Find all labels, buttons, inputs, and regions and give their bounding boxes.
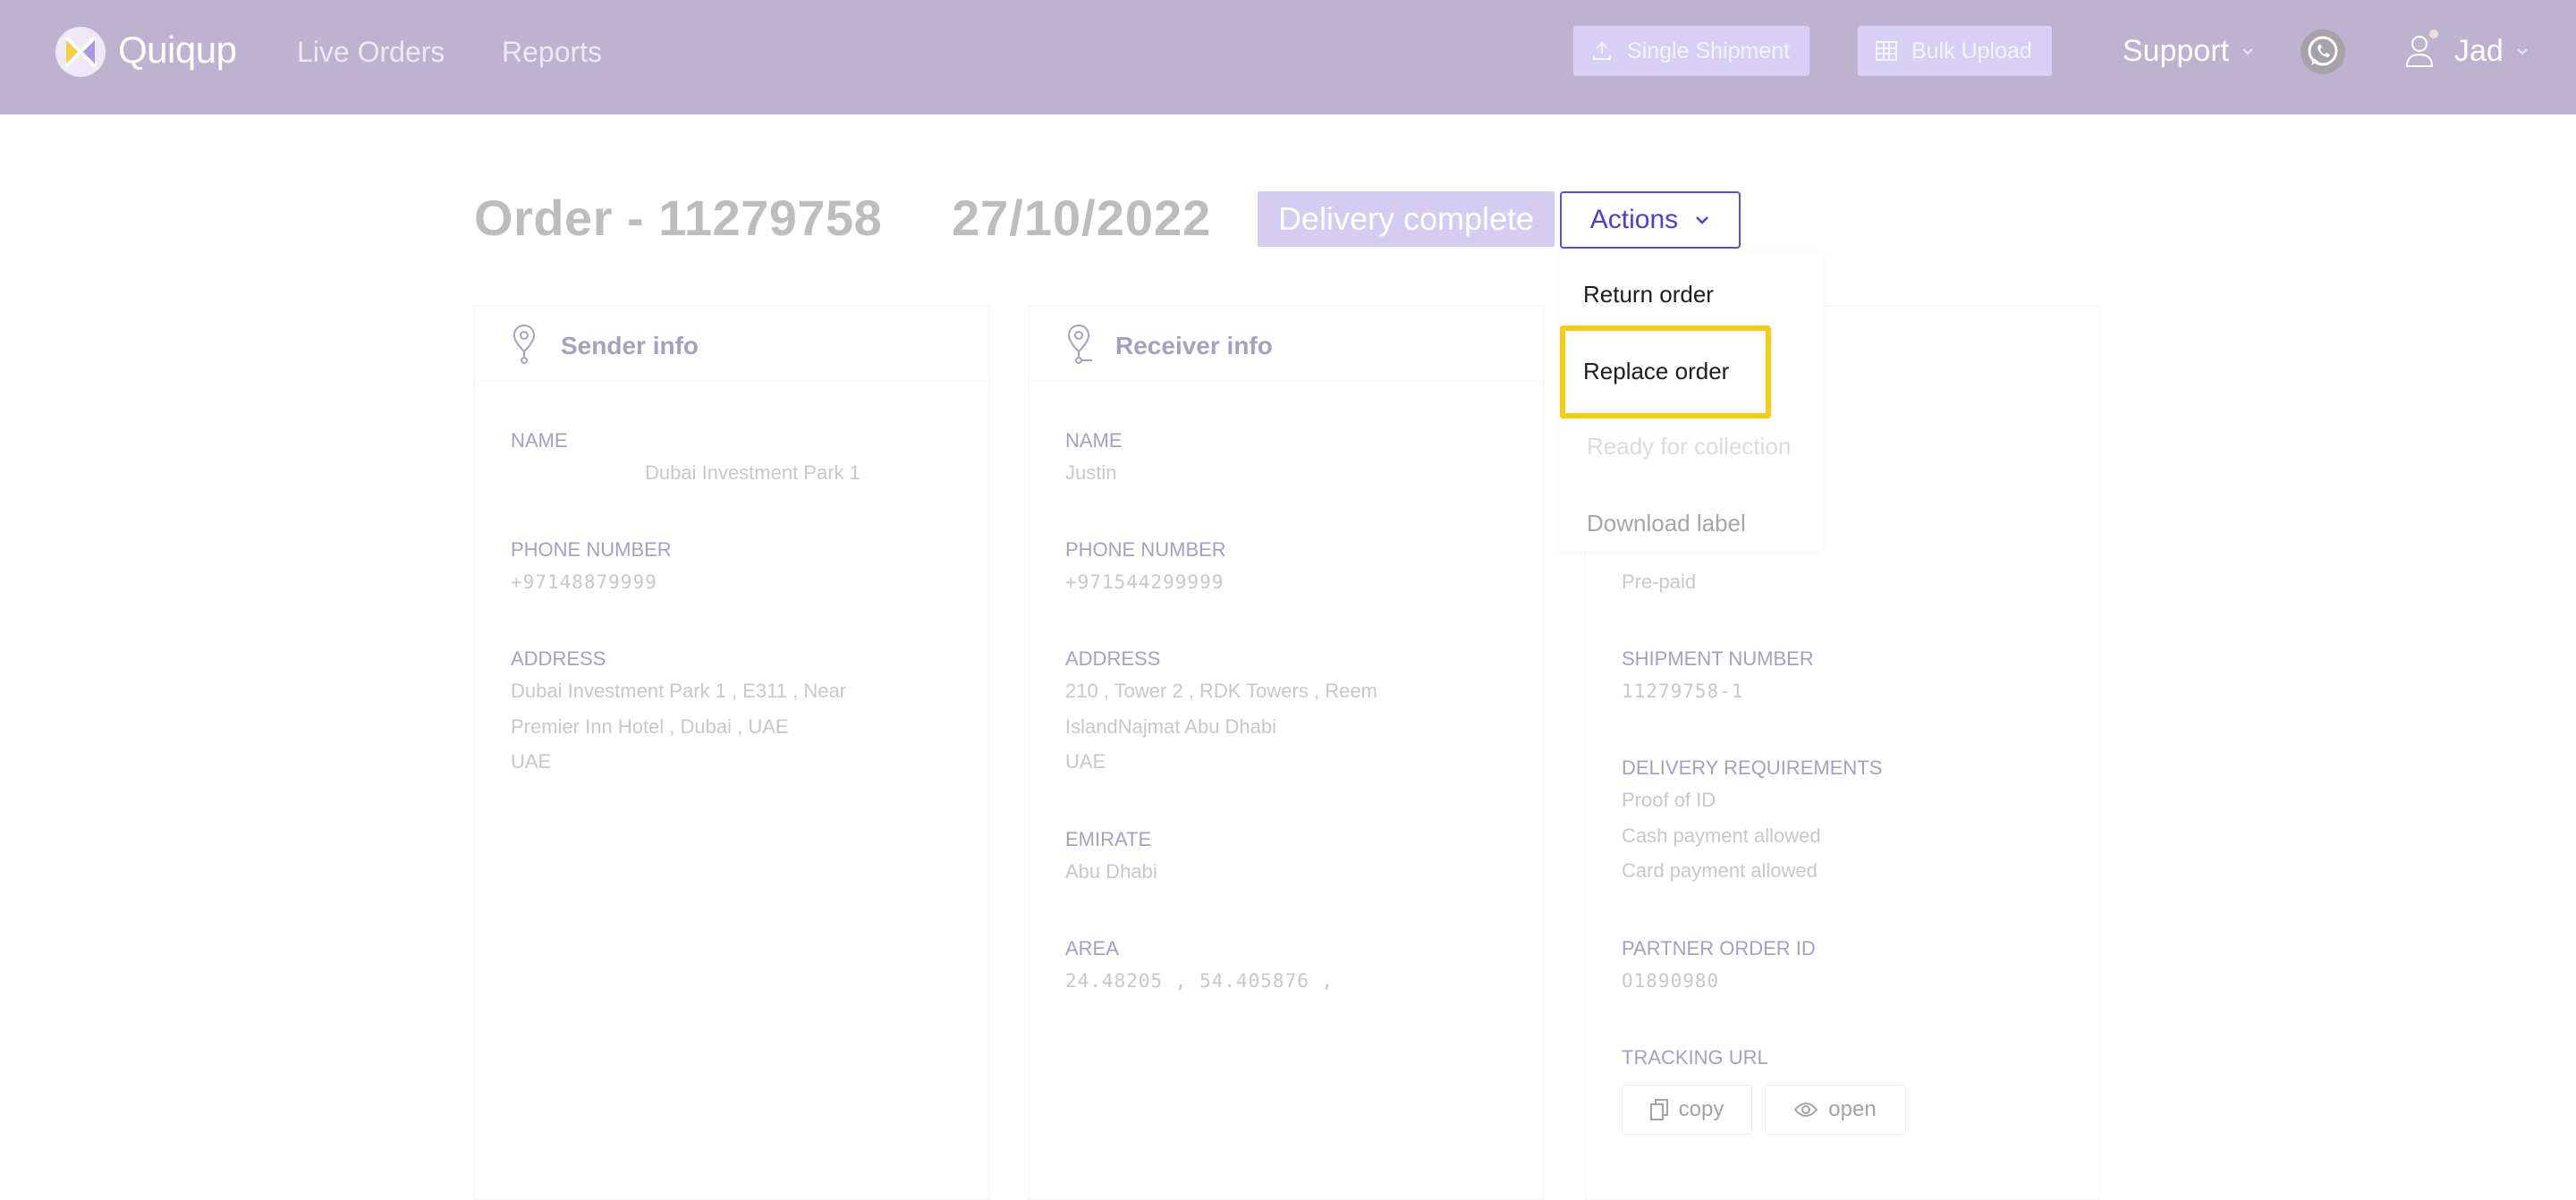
area-value: 24.48205 , 54.405876 , [1065, 970, 1335, 992]
delivery-requirements-label: DELIVERY REQUIREMENTS [1622, 756, 1883, 779]
single-shipment-button[interactable]: Single Shipment [1573, 26, 1809, 76]
grid-icon [1876, 41, 1897, 61]
card-title: Sender info [561, 332, 699, 359]
menu-return-order[interactable]: Return order [1583, 281, 1714, 308]
partner-order-label: PARTNER ORDER ID [1622, 937, 1816, 959]
status-badge: Delivery complete [1258, 191, 1555, 247]
nav-reports[interactable]: Reports [502, 36, 602, 69]
card-title: Receiver info [1115, 332, 1273, 359]
location-pin-icon [513, 324, 536, 364]
order-title: Order - 11279758 [474, 190, 883, 246]
support-menu[interactable]: Support [2123, 34, 2254, 69]
name-label: NAME [1065, 429, 1123, 452]
address-line: 210 , Tower 2 , RDK Towers , Reem [1065, 680, 1377, 702]
quiqup-logo[interactable] [54, 25, 107, 79]
support-label: Support [2123, 34, 2230, 68]
order-date: 27/10/2022 [952, 190, 1212, 246]
eye-icon [1794, 1103, 1818, 1117]
name-value: Dubai Investment Park 1 [645, 461, 860, 484]
copy-button[interactable]: copy [1622, 1085, 1752, 1135]
delivery-requirement: Card payment allowed [1622, 859, 1818, 882]
single-shipment-label: Single Shipment [1627, 38, 1791, 63]
address-line: UAE [511, 750, 552, 773]
address-label: ADDRESS [1065, 647, 1161, 670]
address-line: Premier Inn Hotel , Dubai , UAE [511, 715, 789, 738]
shipment-number-label: SHIPMENT NUMBER [1622, 647, 1814, 670]
notification-dot [2429, 30, 2438, 38]
open-label: open [1828, 1097, 1877, 1121]
name-value: Justin [1065, 461, 1117, 484]
card-header: Receiver info [1030, 307, 1543, 381]
receiver-info-card: Receiver info NAME Justin PHONE NUMBER +… [1029, 306, 1544, 1200]
whatsapp-icon[interactable] [2299, 28, 2347, 76]
phone-label: PHONE NUMBER [1065, 538, 1226, 561]
phone-value: +97148879999 [511, 571, 657, 593]
emirate-label: EMIRATE [1065, 828, 1152, 850]
upload-icon [1593, 41, 1611, 60]
sender-info-card: Sender info NAME Dubai Investment Park 1… [474, 306, 989, 1200]
top-navbar: Quiqup Live Orders Reports Single Shipme… [0, 0, 2576, 114]
location-pin-icon [1067, 324, 1092, 364]
phone-value: +971544299999 [1065, 571, 1224, 593]
address-line: Dubai Investment Park 1 , E311 , Near [511, 680, 846, 702]
area-label: AREA [1065, 937, 1119, 959]
chevron-down-icon [2242, 47, 2253, 55]
bulk-upload-button[interactable]: Bulk Upload [1858, 26, 2052, 76]
open-button[interactable]: open [1765, 1085, 1906, 1135]
shipment-number-value: 11279758-1 [1622, 680, 1744, 702]
chevron-down-icon [1696, 216, 1709, 224]
address-label: ADDRESS [511, 647, 606, 670]
user-name-label: Jad [2454, 34, 2504, 68]
nav-live-orders[interactable]: Live Orders [297, 36, 445, 69]
address-line: IslandNajmat Abu Dhabi [1065, 715, 1277, 738]
bulk-upload-label: Bulk Upload [1911, 38, 2032, 63]
name-label: NAME [511, 429, 568, 452]
menu-download-label[interactable]: Download label [1587, 510, 1746, 537]
tracking-url-label: TRACKING URL [1622, 1046, 1768, 1069]
user-menu[interactable]: Jad [2454, 34, 2529, 69]
user-icon[interactable] [2404, 34, 2435, 68]
emirate-value: Abu Dhabi [1065, 860, 1157, 883]
partner-order-value: O1890980 [1622, 970, 1720, 992]
copy-label: copy [1678, 1097, 1724, 1121]
card-header: Sender info [475, 307, 988, 381]
phone-label: PHONE NUMBER [511, 538, 672, 561]
menu-ready-for-collection[interactable]: Ready for collection [1587, 433, 1791, 461]
brand-name[interactable]: Quiqup [118, 29, 237, 72]
copy-icon [1649, 1099, 1668, 1120]
actions-button[interactable]: Actions [1560, 191, 1741, 249]
payment-value: Pre-paid [1622, 570, 1697, 593]
delivery-requirement: Proof of ID [1622, 789, 1716, 811]
replace-order-highlight [1560, 325, 1771, 418]
address-line: UAE [1065, 750, 1106, 773]
chevron-down-icon [2517, 47, 2528, 55]
actions-label: Actions [1589, 205, 1679, 234]
delivery-requirement: Cash payment allowed [1622, 824, 1821, 847]
